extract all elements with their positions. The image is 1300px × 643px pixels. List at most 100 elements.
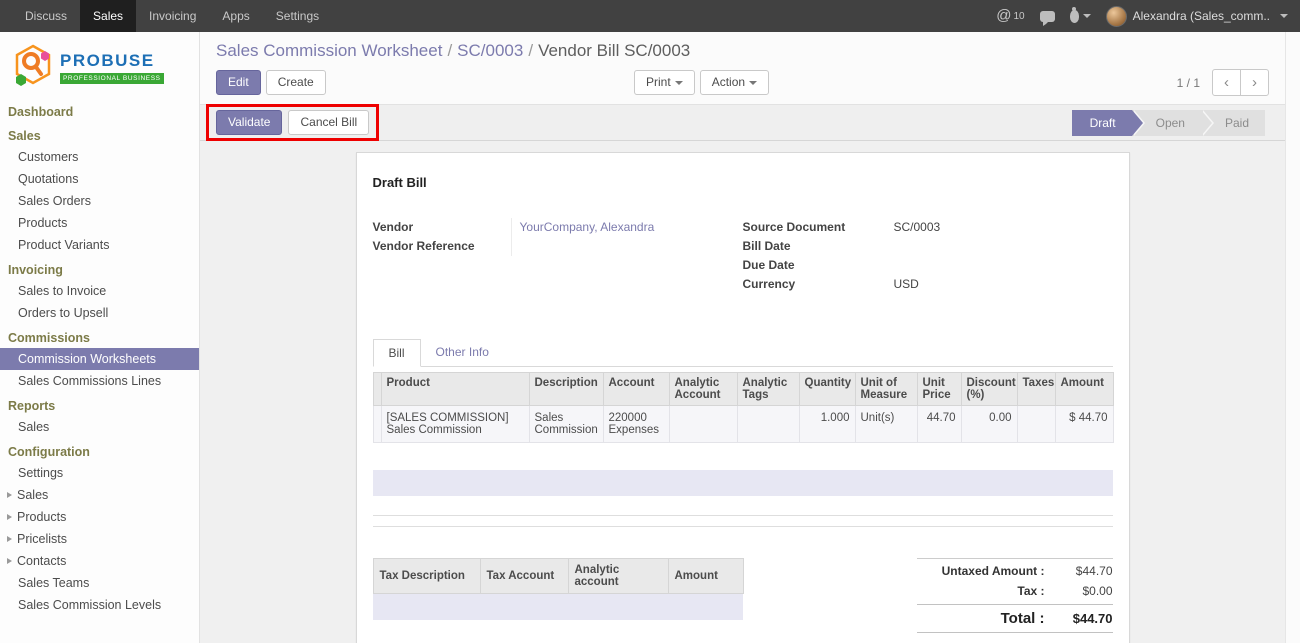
caret-down-icon: [675, 81, 683, 85]
cell-analytic-tags: [737, 406, 799, 443]
tax-total-label: Tax :: [917, 584, 1055, 598]
sidebar-item-products[interactable]: Products: [0, 212, 199, 234]
col-discount[interactable]: Discount (%): [961, 373, 1017, 406]
create-button[interactable]: Create: [266, 70, 326, 95]
cell-quantity: 1.000: [799, 406, 855, 443]
tax-empty-row: [373, 594, 743, 620]
col-description[interactable]: Description: [529, 373, 603, 406]
sidebar-item-config-products[interactable]: Products: [0, 506, 199, 528]
sidebar-item-reports-sales[interactable]: Sales: [0, 416, 199, 438]
vendor-bill-sheet: Draft Bill Vendor YourCompany, Alexandra…: [356, 152, 1130, 643]
menu-discuss[interactable]: Discuss: [12, 0, 80, 32]
action-label: Action: [712, 76, 745, 89]
form-view-area: Draft Bill Vendor YourCompany, Alexandra…: [200, 141, 1285, 643]
status-step-draft[interactable]: Draft: [1072, 110, 1132, 136]
sidebar-section-invoicing[interactable]: Invoicing: [0, 256, 199, 280]
top-navbar: Discuss Sales Invoicing Apps Settings @ …: [0, 0, 1300, 32]
sidebar-section-commissions[interactable]: Commissions: [0, 324, 199, 348]
sidebar-item-config-sales[interactable]: Sales: [0, 484, 199, 506]
invoice-line-row[interactable]: [SALES COMMISSION] Sales Commission Sale…: [373, 406, 1113, 443]
tax-and-totals: Tax Description Tax Account Analytic acc…: [373, 558, 1113, 643]
systray: @ 10 Alexandra (Sales_comm..: [996, 0, 1300, 32]
sidebar-section-configuration[interactable]: Configuration: [0, 438, 199, 462]
caret-down-icon: [749, 81, 757, 85]
handle-column-header: [373, 373, 381, 406]
sidebar-item-sales-commission-levels[interactable]: Sales Commission Levels: [0, 594, 199, 616]
sidebar-item-sales-teams[interactable]: Sales Teams: [0, 572, 199, 594]
messages-button[interactable]: [1040, 11, 1055, 22]
bug-icon: [1070, 10, 1079, 23]
tab-bill[interactable]: Bill: [373, 339, 421, 367]
col-unit-price[interactable]: Unit Price: [917, 373, 961, 406]
sidebar-item-config-contacts[interactable]: Contacts: [0, 550, 199, 572]
col-tax-amount[interactable]: Amount: [668, 559, 743, 594]
sidebar-item-sales-orders[interactable]: Sales Orders: [0, 190, 199, 212]
sidebar-item-config-settings[interactable]: Settings: [0, 462, 199, 484]
col-product[interactable]: Product: [381, 373, 529, 406]
col-taxes[interactable]: Taxes: [1017, 373, 1055, 406]
menu-settings[interactable]: Settings: [263, 0, 332, 32]
sidebar-item-customers[interactable]: Customers: [0, 146, 199, 168]
sidebar-item-orders-to-upsell[interactable]: Orders to Upsell: [0, 302, 199, 324]
menu-apps[interactable]: Apps: [209, 0, 262, 32]
col-analytic-tags[interactable]: Analytic Tags: [737, 373, 799, 406]
col-amount[interactable]: Amount: [1055, 373, 1113, 406]
col-tax-description[interactable]: Tax Description: [373, 559, 480, 594]
control-panel: Sales Commission Worksheet/SC/0003/Vendo…: [200, 32, 1285, 104]
vertical-scrollbar[interactable]: [1285, 32, 1300, 643]
source-document-value: SC/0003: [886, 218, 1113, 237]
vendor-value[interactable]: YourCompany, Alexandra: [511, 218, 743, 237]
col-unit-of-measure[interactable]: Unit of Measure: [855, 373, 917, 406]
logo-subtitle: PROFESSIONAL BUSINESS: [60, 73, 164, 84]
col-account[interactable]: Account: [603, 373, 669, 406]
pager-next-button[interactable]: ›: [1240, 69, 1269, 96]
field-groups: Vendor YourCompany, Alexandra Vendor Ref…: [373, 218, 1113, 294]
col-analytic-account[interactable]: Analytic Account: [669, 373, 737, 406]
currency-label: Currency: [743, 275, 886, 294]
cell-taxes: [1017, 406, 1055, 443]
invoice-lines-table: Product Description Account Analytic Acc…: [373, 372, 1114, 443]
breadcrumb-worksheet[interactable]: Sales Commission Worksheet: [216, 41, 442, 60]
caret-down-icon: [1280, 14, 1288, 18]
tax-lines-table: Tax Description Tax Account Analytic acc…: [373, 558, 744, 620]
debug-menu-button[interactable]: [1070, 10, 1091, 23]
menu-invoicing[interactable]: Invoicing: [136, 0, 209, 32]
sidebar-item-label: Sales: [17, 488, 48, 502]
sidebar-section-dashboard[interactable]: Dashboard: [0, 98, 199, 122]
cell-unit-price: 44.70: [917, 406, 961, 443]
sidebar-item-commission-worksheets[interactable]: Commission Worksheets: [0, 348, 199, 370]
pager-previous-button[interactable]: ‹: [1212, 69, 1241, 96]
sidebar-item-quotations[interactable]: Quotations: [0, 168, 199, 190]
tab-other-info[interactable]: Other Info: [421, 339, 504, 367]
tax-total-value: $0.00: [1055, 584, 1113, 598]
mentions-button[interactable]: @ 10: [996, 7, 1024, 25]
print-dropdown-button[interactable]: Print: [634, 70, 695, 95]
sidebar-item-sales-commissions-lines[interactable]: Sales Commissions Lines: [0, 370, 199, 392]
sidebar-item-sales-to-invoice[interactable]: Sales to Invoice: [0, 280, 199, 302]
menu-sales[interactable]: Sales: [80, 0, 136, 32]
mention-count: 10: [1013, 11, 1024, 22]
action-dropdown-button[interactable]: Action: [700, 70, 769, 95]
sheet-title: Draft Bill: [373, 175, 1113, 190]
user-menu[interactable]: Alexandra (Sales_comm..: [1106, 6, 1288, 27]
cell-uom: Unit(s): [855, 406, 917, 443]
cancel-bill-button[interactable]: Cancel Bill: [288, 110, 369, 135]
sidebar-section-reports[interactable]: Reports: [0, 392, 199, 416]
col-quantity[interactable]: Quantity: [799, 373, 855, 406]
breadcrumb-sc0003[interactable]: SC/0003: [457, 41, 523, 60]
sidebar-item-config-pricelists[interactable]: Pricelists: [0, 528, 199, 550]
col-tax-account[interactable]: Tax Account: [480, 559, 568, 594]
expand-caret-icon: [7, 558, 12, 564]
sidebar-item-product-variants[interactable]: Product Variants: [0, 234, 199, 256]
cell-description: Sales Commission: [529, 406, 603, 443]
logo-title: PROBUSE: [60, 51, 164, 71]
validate-button[interactable]: Validate: [216, 110, 282, 135]
caret-down-icon: [1083, 14, 1091, 18]
right-field-group: Source Document SC/0003 Bill Date Due Da…: [743, 218, 1113, 294]
expand-caret-icon: [7, 492, 12, 498]
col-tax-analytic-account[interactable]: Analytic account: [568, 559, 668, 594]
sidebar-section-sales[interactable]: Sales: [0, 122, 199, 146]
edit-button[interactable]: Edit: [216, 70, 261, 95]
probuse-logo: PROBUSE PROFESSIONAL BUSINESS: [0, 32, 199, 98]
left-field-group: Vendor YourCompany, Alexandra Vendor Ref…: [373, 218, 743, 294]
